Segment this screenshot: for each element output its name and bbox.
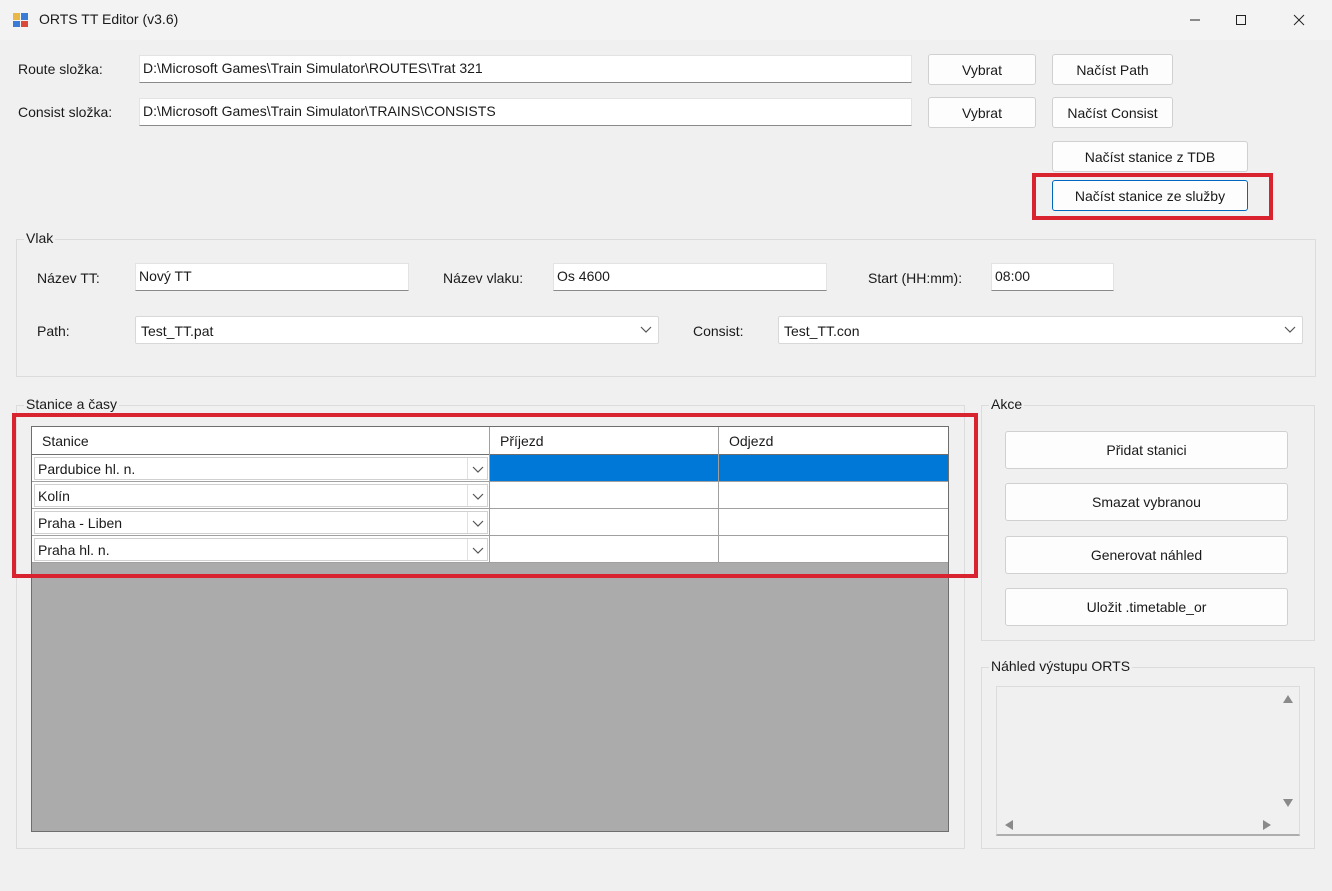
tt-name-label: Název TT: (37, 270, 100, 286)
consist-select-button[interactable]: Vybrat (928, 97, 1036, 128)
consist-label: Consist: (693, 323, 744, 339)
actions-group-title: Akce (989, 396, 1025, 412)
close-button[interactable] (1276, 0, 1322, 40)
consist-folder-input[interactable]: D:\Microsoft Games\Train Simulator\TRAIN… (139, 98, 912, 126)
minimize-button[interactable] (1172, 0, 1218, 40)
train-group (16, 239, 1316, 377)
start-time-label: Start (HH:mm): (868, 270, 963, 286)
consist-dropdown-value: Test_TT.con (784, 323, 860, 339)
train-name-input[interactable]: Os 4600 (553, 263, 827, 291)
scroll-right-icon[interactable] (1263, 820, 1271, 830)
maximize-icon (1236, 15, 1246, 25)
route-select-button[interactable]: Vybrat (928, 54, 1036, 85)
add-station-button[interactable]: Přidat stanici (1005, 431, 1288, 469)
path-label: Path: (37, 323, 70, 339)
preview-group-title: Náhled výstupu ORTS (989, 658, 1133, 674)
consist-folder-label: Consist složka: (18, 104, 113, 120)
tt-name-input[interactable]: Nový TT (135, 263, 409, 291)
chevron-down-icon (1284, 326, 1296, 333)
load-consist-button[interactable]: Načíst Consist (1052, 97, 1173, 128)
title-bar: ORTS TT Editor (v3.6) (0, 0, 1332, 40)
app-window: ORTS TT Editor (v3.6) Route složka: D:\M… (0, 0, 1332, 891)
scroll-down-icon[interactable] (1283, 799, 1293, 807)
start-time-input[interactable]: 08:00 (991, 263, 1114, 291)
scroll-left-icon[interactable] (1005, 820, 1013, 830)
load-stations-tdb-button[interactable]: Načíst stanice z TDB (1052, 141, 1248, 172)
delete-selected-button[interactable]: Smazat vybranou (1005, 483, 1288, 521)
scroll-up-icon[interactable] (1283, 695, 1293, 703)
service-button-highlight (1032, 173, 1273, 220)
save-timetable-button[interactable]: Uložit .timetable_or (1005, 588, 1288, 626)
train-group-title: Vlak (24, 230, 56, 246)
route-folder-label: Route složka: (18, 61, 103, 77)
app-icon (13, 13, 28, 27)
train-name-label: Název vlaku: (443, 270, 524, 286)
path-dropdown[interactable]: Test_TT.pat (135, 316, 659, 344)
vertical-scrollbar[interactable] (1277, 687, 1299, 817)
window-title: ORTS TT Editor (v3.6) (39, 11, 179, 27)
minimize-icon (1190, 19, 1200, 21)
grid-highlight (12, 413, 978, 578)
route-folder-input[interactable]: D:\Microsoft Games\Train Simulator\ROUTE… (139, 55, 912, 83)
close-icon (1293, 14, 1305, 26)
consist-dropdown[interactable]: Test_TT.con (778, 316, 1303, 344)
maximize-button[interactable] (1218, 0, 1264, 40)
stations-group-title: Stanice a časy (24, 396, 120, 412)
chevron-down-icon (640, 326, 652, 333)
horizontal-scrollbar[interactable] (997, 816, 1277, 834)
preview-output-textarea[interactable] (996, 686, 1300, 836)
path-dropdown-value: Test_TT.pat (141, 323, 214, 339)
generate-preview-button[interactable]: Generovat náhled (1005, 536, 1288, 574)
load-path-button[interactable]: Načíst Path (1052, 54, 1173, 85)
